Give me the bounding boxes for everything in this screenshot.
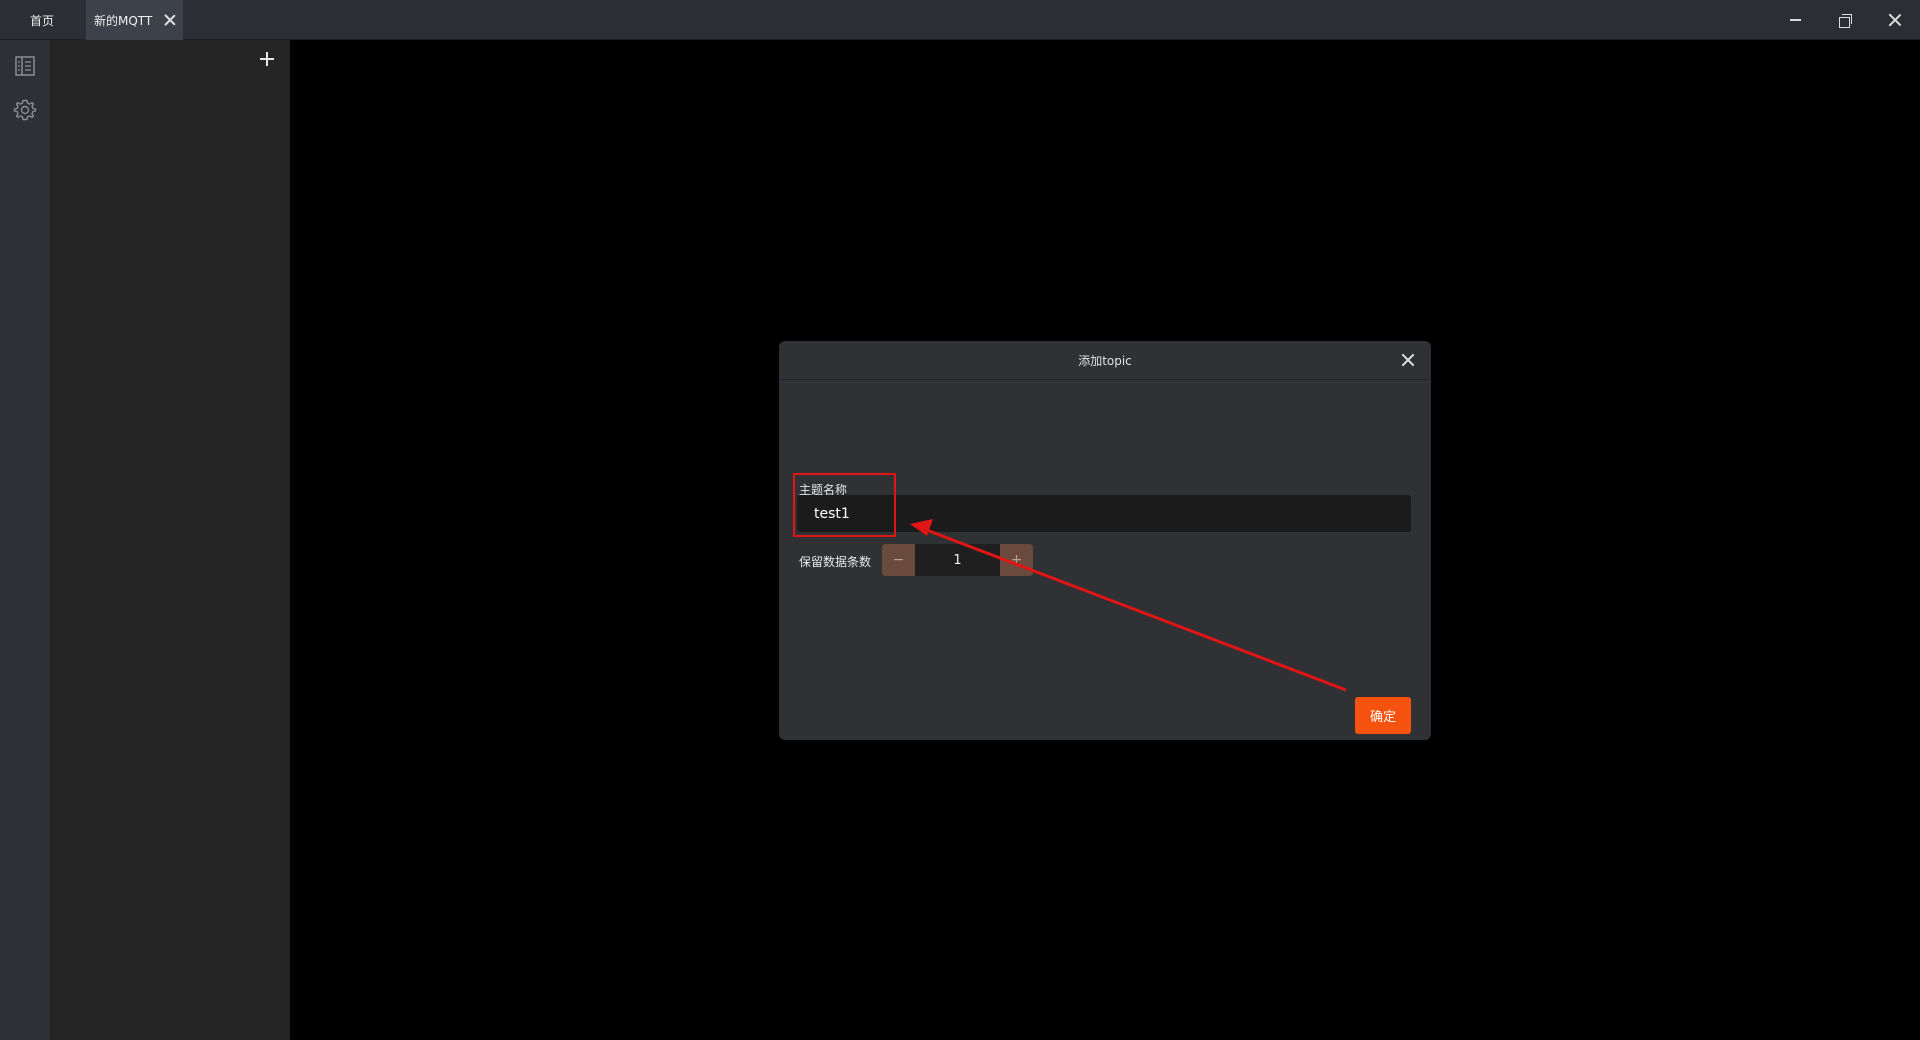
decrement-button[interactable]: −: [882, 544, 915, 576]
restore-icon: [1839, 14, 1852, 28]
icon-rail: [0, 40, 50, 1040]
dialog-header: 添加topic: [779, 341, 1431, 380]
keep-count-stepper: − +: [882, 544, 1033, 576]
sidebar-panel: [50, 40, 290, 1040]
add-button[interactable]: [253, 45, 281, 73]
tab-home-label: 首页: [29, 13, 54, 28]
tab-close-icon[interactable]: [163, 13, 177, 27]
minimize-button[interactable]: [1770, 0, 1820, 40]
window-close-button[interactable]: [1870, 0, 1920, 40]
gear-icon: [13, 99, 37, 121]
close-icon: [1888, 13, 1902, 27]
tab-new-mqtt-label: 新的MQTT: [94, 13, 153, 28]
rail-item-settings[interactable]: [11, 96, 39, 124]
topic-name-input[interactable]: [797, 495, 1411, 532]
confirm-button[interactable]: 确定: [1355, 697, 1411, 734]
book-icon: [15, 56, 35, 76]
rail-item-book[interactable]: [11, 52, 39, 80]
minimize-icon: [1789, 19, 1801, 21]
tab-home[interactable]: 首页: [0, 0, 84, 40]
dialog-title: 添加topic: [1078, 353, 1132, 368]
keep-count-label: 保留数据条数: [799, 555, 872, 569]
plus-icon: +: [1010, 552, 1023, 568]
tab-new-mqtt[interactable]: 新的MQTT: [86, 0, 183, 40]
maximize-button[interactable]: [1820, 0, 1870, 40]
dialog-close-icon[interactable]: [1399, 351, 1417, 369]
keep-count-input[interactable]: [915, 544, 1000, 576]
increment-button[interactable]: +: [1000, 544, 1033, 576]
add-topic-dialog: 添加topic 主题名称 保留数据条数 − + 确定: [779, 341, 1431, 740]
title-bar: 首页 新的MQTT: [0, 0, 1920, 40]
minus-icon: −: [892, 552, 905, 568]
